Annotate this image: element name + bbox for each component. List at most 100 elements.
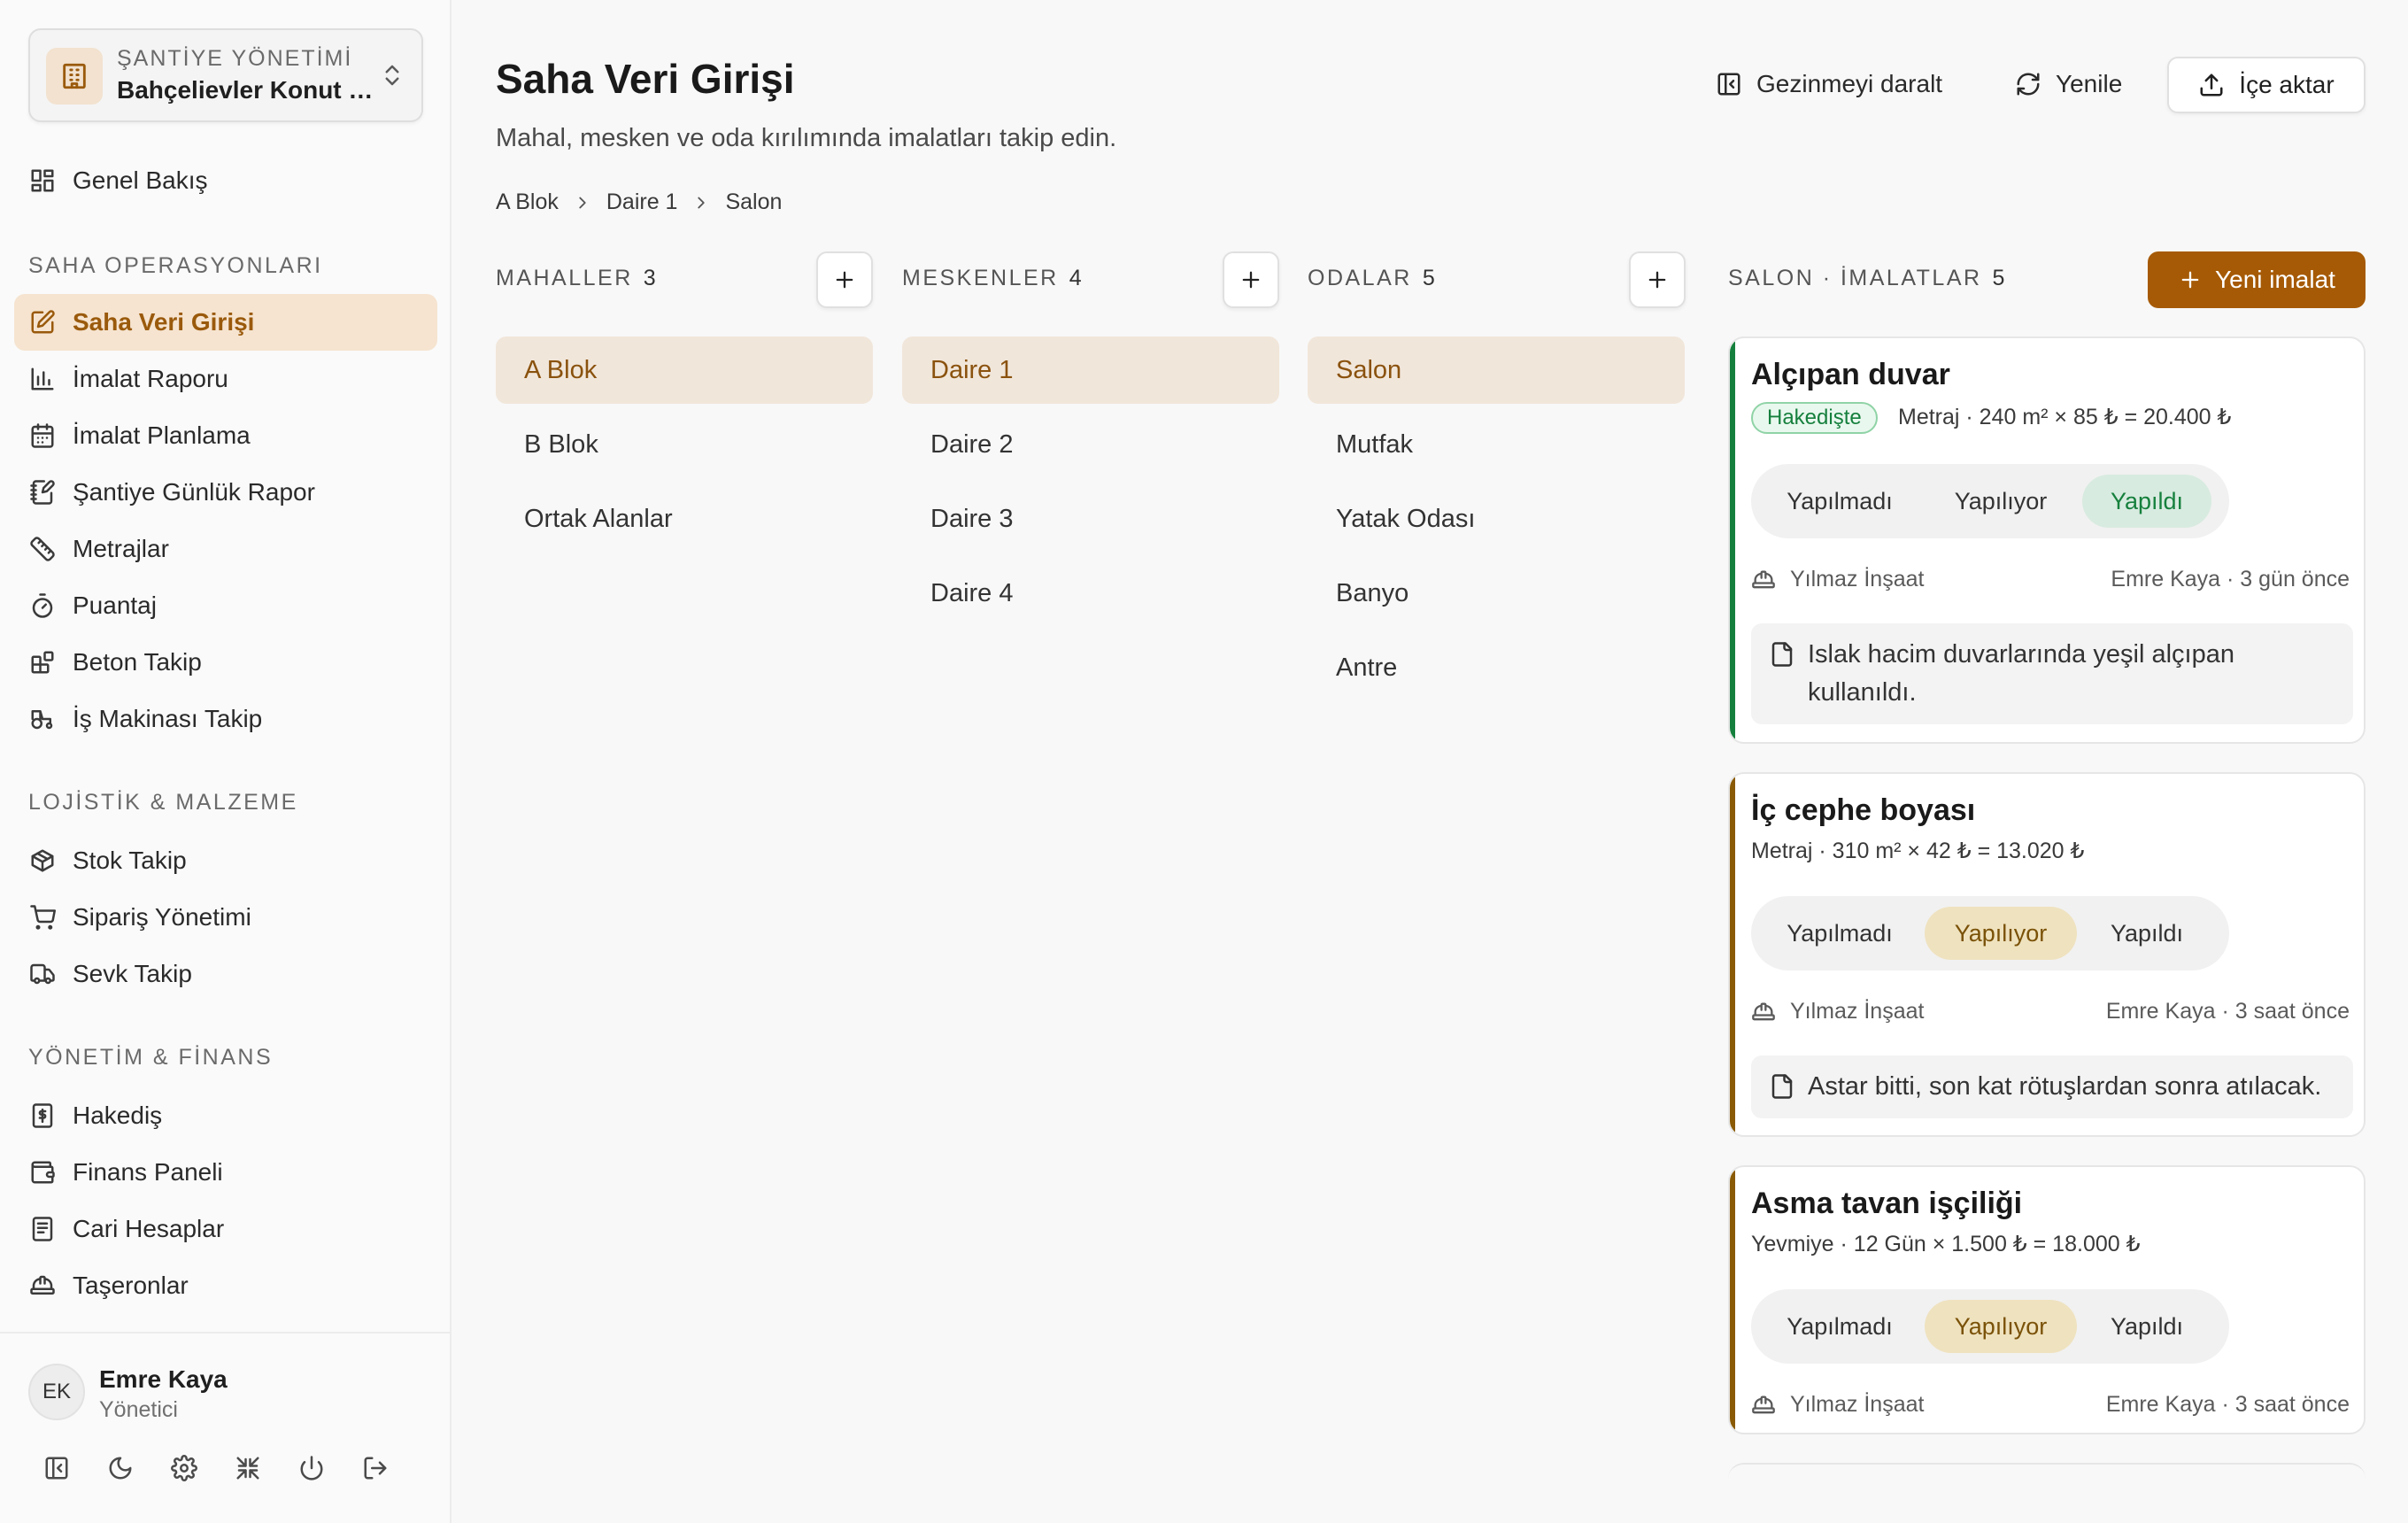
sidebar-item-finance-panel[interactable]: Finans Paneli	[14, 1144, 437, 1201]
receipt-dollar-icon	[28, 1102, 57, 1130]
column-title: SALON · İMALATLAR	[1728, 266, 1982, 290]
sidebar-item-label: Hakediş	[73, 1102, 163, 1129]
list-item-mesken[interactable]: Daire 2	[902, 411, 1279, 478]
sidebar-item-label: Puantaj	[73, 591, 157, 619]
updated-info: Emre Kaya · 3 saat önce	[2105, 999, 2350, 1024]
collapse-nav-button[interactable]: Gezinmeyi daralt	[1716, 57, 1942, 112]
status-option-in-progress[interactable]: Yapılıyor	[1925, 475, 2077, 528]
work-item-card[interactable]: Alçıpan duvar Hakedişte Metraj · 240 m² …	[1728, 336, 2366, 744]
layout-dashboard-icon	[28, 166, 57, 195]
column-header-odalar: ODALAR 5	[1308, 266, 1435, 291]
project-switcher[interactable]: ŞANTİYE YÖNETİMİ Bahçelievler Konut Proj…	[28, 28, 423, 122]
sidebar-item-label: İş Makinası Takip	[73, 705, 263, 732]
sidebar-item-label: Saha Veri Girişi	[73, 308, 255, 336]
list-item-oda[interactable]: Banyo	[1308, 560, 1685, 627]
sidebar-item-machinery[interactable]: İş Makinası Takip	[14, 691, 437, 747]
log-out-icon[interactable]	[359, 1452, 391, 1484]
breadcrumb-item: Salon	[725, 189, 783, 214]
work-item-card[interactable]: Asma tavan işçiliği Yevmiye · 12 Gün × 1…	[1728, 1165, 2366, 1434]
note-text: Islak hacim duvarlarında yeşil alçıpan k…	[1808, 640, 2234, 707]
status-option-in-progress[interactable]: Yapılıyor	[1925, 907, 2077, 960]
breadcrumb-item[interactable]: Daire 1	[606, 189, 678, 215]
work-item-card[interactable]: İç cephe boyası Metraj · 310 m² × 42 ₺ =…	[1728, 772, 2366, 1137]
plus-icon	[1242, 271, 1260, 289]
list-item-oda[interactable]: Yatak Odası	[1308, 485, 1685, 553]
list-item-mahal[interactable]: A Blok	[496, 336, 873, 404]
status-option-not-done[interactable]: Yapılmadı	[1760, 907, 1919, 960]
add-mahal-button[interactable]	[816, 251, 873, 308]
sidebar-item-orders[interactable]: Sipariş Yönetimi	[14, 889, 437, 946]
sidebar-item-daily-report[interactable]: Şantiye Günlük Rapor	[14, 464, 437, 521]
panel-left-icon[interactable]	[41, 1452, 73, 1484]
updated-info: Emre Kaya · 3 saat önce	[2105, 1392, 2350, 1417]
column-title: MAHALLER	[496, 266, 633, 290]
book-icon	[28, 1215, 57, 1243]
gear-icon[interactable]	[168, 1452, 200, 1484]
sidebar-item-overview[interactable]: Genel Bakış	[14, 152, 437, 209]
list-item-oda[interactable]: Salon	[1308, 336, 1685, 404]
breadcrumb: A Blok Daire 1 Salon	[496, 189, 782, 215]
sidebar-item-progress-payment[interactable]: Hakediş	[14, 1087, 437, 1144]
list-item-mesken[interactable]: Daire 3	[902, 485, 1279, 553]
sidebar-footer-actions	[41, 1452, 391, 1484]
status-segmented-control: Yapılmadı Yapılıyor Yapıldı	[1751, 896, 2229, 970]
status-badge: Hakedişte	[1751, 402, 1878, 434]
hard-hat-icon	[1751, 568, 1776, 592]
hard-hat-icon	[1751, 1393, 1776, 1418]
contractor-name: Yılmaz İnşaat	[1790, 567, 1925, 591]
status-option-not-done[interactable]: Yapılmadı	[1760, 475, 1919, 528]
sidebar-item-stock[interactable]: Stok Takip	[14, 832, 437, 889]
sidebar-item-accounts[interactable]: Cari Hesaplar	[14, 1201, 437, 1257]
sidebar-item-measurements[interactable]: Metrajlar	[14, 521, 437, 577]
sidebar-item-production-report[interactable]: İmalat Raporu	[14, 351, 437, 407]
status-option-done[interactable]: Yapıldı	[2082, 475, 2211, 528]
avatar[interactable]: EK	[28, 1364, 85, 1420]
file-icon	[1769, 1073, 1795, 1100]
list-item-mahal[interactable]: Ortak Alanlar	[496, 485, 873, 553]
add-mesken-button[interactable]	[1223, 251, 1279, 308]
status-segmented-control: Yapılmadı Yapılıyor Yapıldı	[1751, 1289, 2229, 1364]
sidebar-item-label: Taşeronlar	[73, 1272, 189, 1299]
status-option-in-progress[interactable]: Yapılıyor	[1925, 1300, 2077, 1353]
moon-icon[interactable]	[104, 1452, 136, 1484]
list-item-oda[interactable]: Antre	[1308, 634, 1685, 701]
status-segmented-control: Yapılmadı Yapılıyor Yapıldı	[1751, 464, 2229, 538]
list-item-mesken[interactable]: Daire 4	[902, 560, 1279, 627]
sidebar-item-concrete[interactable]: Beton Takip	[14, 634, 437, 691]
column-header-mahaller: MAHALLER 3	[496, 266, 656, 291]
new-work-item-button[interactable]: Yeni imalat	[2148, 251, 2366, 308]
list-item-mahal[interactable]: B Blok	[496, 411, 873, 478]
minimize-icon[interactable]	[232, 1452, 264, 1484]
sidebar-item-field-entry[interactable]: Saha Veri Girişi	[14, 294, 437, 351]
building-icon	[46, 48, 103, 104]
power-icon[interactable]	[296, 1452, 328, 1484]
sidebar-item-shipments[interactable]: Sevk Takip	[14, 946, 437, 1002]
contractor-name: Yılmaz İnşaat	[1790, 999, 1925, 1024]
sidebar-item-label: Sipariş Yönetimi	[73, 903, 251, 931]
refresh-button[interactable]: Yenile	[2015, 57, 2122, 112]
truck-icon	[28, 960, 57, 988]
status-option-not-done[interactable]: Yapılmadı	[1760, 1300, 1919, 1353]
blocks-icon	[28, 648, 57, 676]
import-button[interactable]: İçe aktar	[2167, 57, 2366, 113]
add-oda-button[interactable]	[1629, 251, 1686, 308]
sidebar-item-label: Sevk Takip	[73, 960, 192, 987]
sidebar-item-production-planning[interactable]: İmalat Planlama	[14, 407, 437, 464]
work-item-title: İç cephe boyası	[1751, 793, 1976, 827]
column-title: MESKENLER	[902, 266, 1059, 290]
list-item-mesken[interactable]: Daire 1	[902, 336, 1279, 404]
timer-icon	[28, 591, 57, 620]
sidebar-item-label: Metrajlar	[73, 535, 169, 562]
sidebar-item-subcontractors[interactable]: Taşeronlar	[14, 1257, 437, 1314]
sidebar-item-timesheet[interactable]: Puantaj	[14, 577, 437, 634]
upload-icon	[2198, 72, 2225, 98]
chevrons-up-down-icon	[379, 62, 405, 89]
column-header-imalatlar: SALON · İMALATLAR 5	[1728, 266, 2004, 291]
work-item-title: Alçıpan duvar	[1751, 358, 1950, 391]
status-option-done[interactable]: Yapıldı	[2082, 907, 2211, 960]
breadcrumb-item[interactable]: A Blok	[496, 189, 559, 215]
status-option-done[interactable]: Yapıldı	[2082, 1300, 2211, 1353]
sidebar-item-label: Şantiye Günlük Rapor	[73, 478, 315, 506]
list-item-oda[interactable]: Mutfak	[1308, 411, 1685, 478]
column-count: 4	[1069, 266, 1082, 290]
